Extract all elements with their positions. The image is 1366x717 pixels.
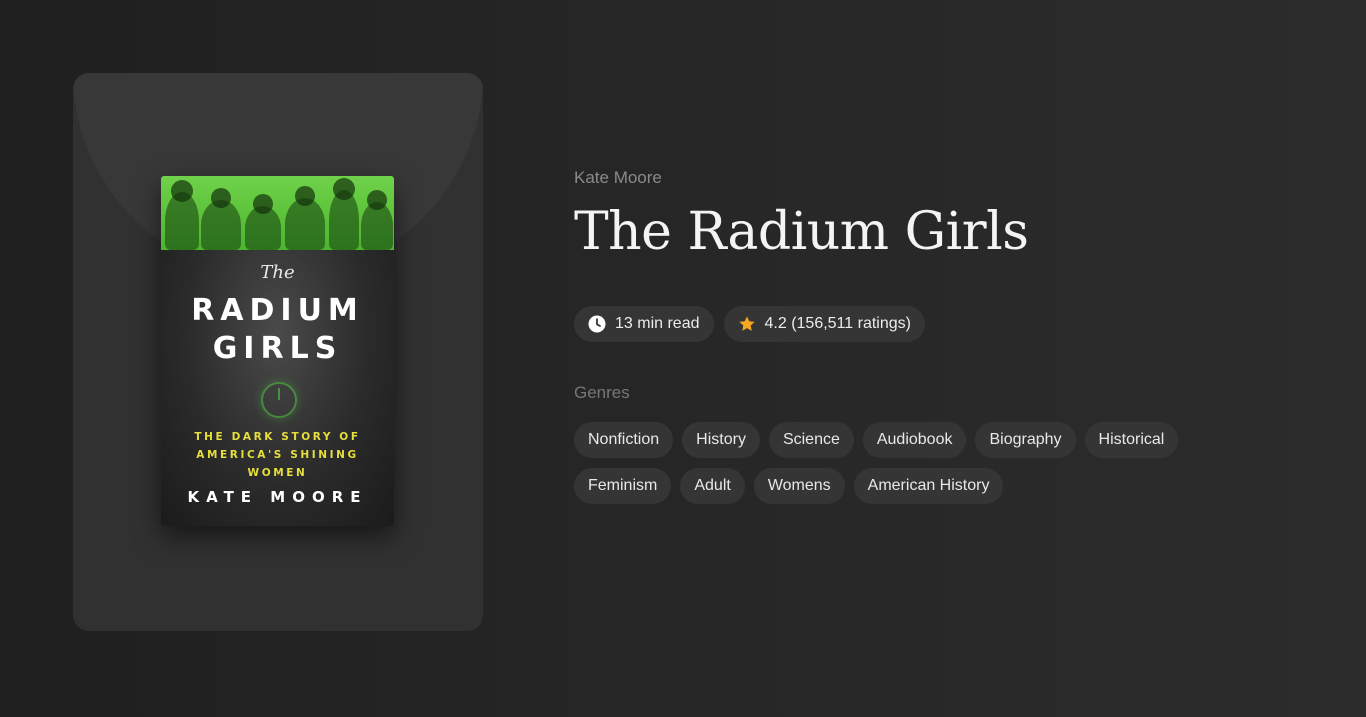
book-title: The Radium Girls bbox=[574, 202, 1029, 262]
cover-subtitle: THE DARK STORY OF AMERICA'S SHINING WOME… bbox=[194, 431, 361, 479]
genre-tag-audiobook[interactable]: Audiobook bbox=[862, 422, 967, 458]
read-time-badge: 13 min read bbox=[574, 306, 714, 342]
rating-badge: 4.2 (156,511 ratings) bbox=[723, 306, 925, 342]
book-detail-page: The RADIUM GIRLS THE DARK STORY OF AMERI… bbox=[0, 0, 1366, 717]
genre-tag-science[interactable]: Science bbox=[768, 422, 854, 458]
genre-tag-nonfiction[interactable]: Nonfiction bbox=[574, 422, 674, 458]
genre-list: Nonfiction History Science Audiobook Bio… bbox=[574, 422, 1214, 504]
clock-icon bbox=[588, 315, 606, 333]
cover-author: KATE MOORE bbox=[187, 488, 368, 506]
rating-text: 4.2 (156,511 ratings) bbox=[764, 315, 911, 332]
book-author[interactable]: Kate Moore bbox=[574, 166, 1334, 190]
meta-row: 13 min read 4.2 (156,511 ratings) bbox=[574, 306, 1334, 342]
book-cover-image[interactable]: The RADIUM GIRLS THE DARK STORY OF AMERI… bbox=[161, 176, 394, 526]
genre-tag-history[interactable]: History bbox=[682, 422, 760, 458]
book-details: Kate Moore The Radium Girls 13 min read bbox=[574, 166, 1334, 504]
cover-the-text: The bbox=[260, 262, 295, 283]
star-icon bbox=[738, 315, 756, 333]
cover-clock-illustration bbox=[261, 382, 297, 418]
genre-tag-adult[interactable]: Adult bbox=[680, 468, 745, 504]
cover-photo-band bbox=[161, 176, 394, 250]
cover-title-line1: RADIUM bbox=[191, 293, 364, 328]
genre-tag-womens[interactable]: Womens bbox=[753, 468, 845, 504]
genre-tag-biography[interactable]: Biography bbox=[975, 422, 1076, 458]
cover-title-line2: GIRLS bbox=[212, 331, 343, 366]
genre-tag-feminism[interactable]: Feminism bbox=[574, 468, 672, 504]
read-time-text: 13 min read bbox=[615, 315, 700, 332]
genre-tag-historical[interactable]: Historical bbox=[1084, 422, 1179, 458]
genres-label: Genres bbox=[574, 383, 630, 402]
cover-panel: The RADIUM GIRLS THE DARK STORY OF AMERI… bbox=[73, 73, 483, 631]
genre-tag-american-history[interactable]: American History bbox=[853, 468, 1004, 504]
